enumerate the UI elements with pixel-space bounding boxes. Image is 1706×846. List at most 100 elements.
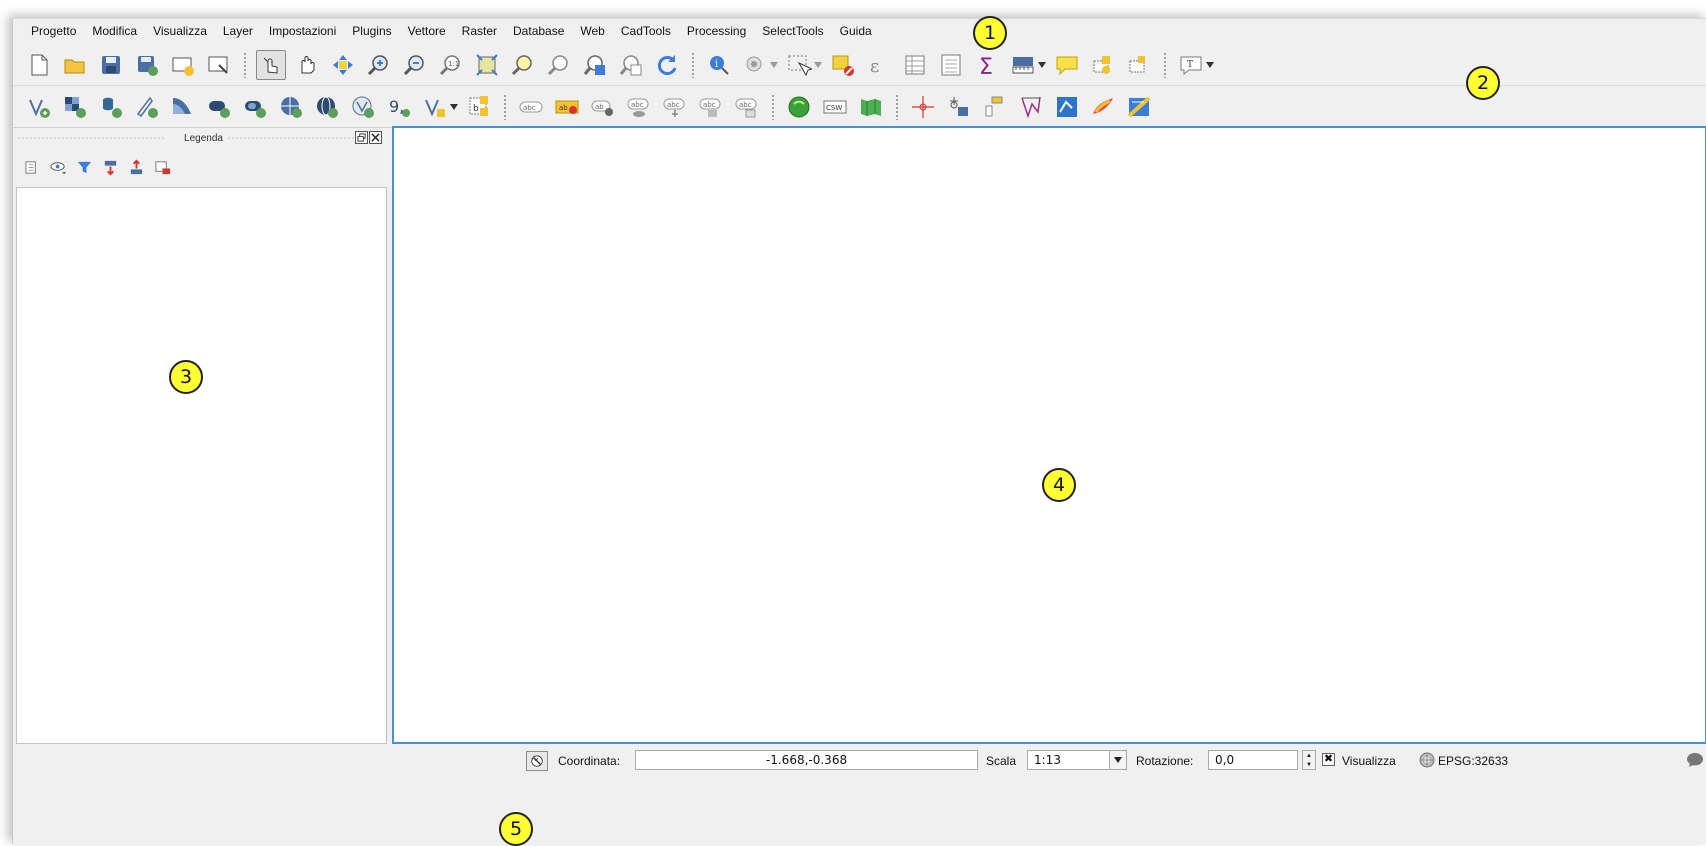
- render-checkbox[interactable]: ✖: [1322, 753, 1335, 766]
- menu-visualizza[interactable]: Visualizza: [145, 19, 215, 43]
- change-label-icon[interactable]: abc: [732, 92, 762, 122]
- open-project-icon[interactable]: [60, 50, 90, 80]
- csw-icon[interactable]: CSW: [820, 92, 850, 122]
- zoom-to-layer-icon[interactable]: [544, 50, 574, 80]
- add-oracle-layer-icon[interactable]: [204, 92, 234, 122]
- new-vector-layer-icon[interactable]: [420, 92, 450, 122]
- chevron-down-icon[interactable]: [1205, 50, 1215, 80]
- legend-title-bar[interactable]: Legenda: [13, 130, 394, 146]
- add-virtual-layer-icon[interactable]: b: [464, 92, 494, 122]
- toolbar-grip[interactable]: [691, 51, 695, 78]
- label-toolbar-icon[interactable]: abc: [516, 92, 546, 122]
- road-graph-icon[interactable]: [1052, 92, 1082, 122]
- menu-raster[interactable]: Raster: [454, 19, 505, 43]
- run-action-icon[interactable]: [740, 50, 770, 80]
- chevron-down-icon[interactable]: [1110, 750, 1127, 770]
- filter-legend-icon[interactable]: [73, 156, 95, 178]
- zoom-full-icon[interactable]: [472, 50, 502, 80]
- menu-web[interactable]: Web: [572, 19, 612, 43]
- new-print-composer-icon[interactable]: [168, 50, 198, 80]
- add-wms-layer-icon[interactable]: [276, 92, 306, 122]
- pan-to-selection-icon[interactable]: [328, 50, 358, 80]
- menu-selecttools[interactable]: SelectTools: [754, 19, 831, 43]
- interpolation-icon[interactable]: [1124, 92, 1154, 122]
- add-vector-layer-icon[interactable]: [24, 92, 54, 122]
- zoom-last-icon[interactable]: [580, 50, 610, 80]
- toolbar-grip[interactable]: [1163, 51, 1167, 78]
- add-spatialite-layer-icon[interactable]: [132, 92, 162, 122]
- menu-cadtools[interactable]: CadTools: [613, 19, 679, 43]
- geometry-checker-icon[interactable]: [980, 92, 1010, 122]
- map-tips-icon[interactable]: [1052, 50, 1082, 80]
- layer-labeling-icon[interactable]: ab: [552, 92, 582, 122]
- menu-progetto[interactable]: Progetto: [23, 19, 84, 43]
- collapse-all-icon[interactable]: [125, 156, 147, 178]
- crs-globe-icon[interactable]: [1419, 752, 1435, 768]
- field-calculator-icon[interactable]: [936, 50, 966, 80]
- save-project-icon[interactable]: [96, 50, 126, 80]
- rotate-label-icon[interactable]: abc: [696, 92, 726, 122]
- menu-processing[interactable]: Processing: [679, 19, 754, 43]
- add-postgis-layer-icon[interactable]: [96, 92, 126, 122]
- add-delimited-text-icon[interactable]: 9,: [384, 92, 414, 122]
- openlayers-icon[interactable]: [784, 92, 814, 122]
- scale-combo[interactable]: 1:13: [1027, 750, 1110, 770]
- coordinate-field[interactable]: -1.668,-0.368: [635, 750, 978, 770]
- move-label-icon[interactable]: abc: [660, 92, 690, 122]
- close-panel-button[interactable]: [369, 131, 382, 144]
- heatmap-icon[interactable]: [1088, 92, 1118, 122]
- crs-status[interactable]: EPSG:32633: [1438, 754, 1508, 768]
- refresh-icon[interactable]: [652, 50, 682, 80]
- touch-pan-icon[interactable]: [256, 49, 286, 80]
- new-bookmark-icon[interactable]: [1088, 50, 1118, 80]
- menu-database[interactable]: Database: [505, 19, 572, 43]
- add-wfs-layer-icon[interactable]: [348, 92, 378, 122]
- show-bookmarks-icon[interactable]: [1124, 50, 1154, 80]
- rotation-field[interactable]: 0,0: [1208, 750, 1298, 770]
- zoom-to-selection-icon[interactable]: [508, 50, 538, 80]
- attribute-table-icon[interactable]: [900, 50, 930, 80]
- add-raster-layer-icon[interactable]: [60, 92, 90, 122]
- map-canvas[interactable]: [392, 126, 1706, 744]
- georeferencer-icon[interactable]: [908, 92, 938, 122]
- remove-layer-icon[interactable]: [151, 156, 173, 178]
- add-group-icon[interactable]: [21, 156, 43, 178]
- composer-manager-icon[interactable]: [204, 50, 234, 80]
- save-as-icon[interactable]: [132, 50, 162, 80]
- toolbar-grip[interactable]: [243, 51, 247, 78]
- coordinate-capture-icon[interactable]: [944, 92, 974, 122]
- zoom-actual-size-icon[interactable]: 1:1: [436, 50, 466, 80]
- zoom-in-icon[interactable]: [364, 50, 394, 80]
- stepper-up-icon[interactable]: ▲: [1303, 751, 1315, 760]
- select-by-expression-icon[interactable]: ε: [864, 50, 894, 80]
- menu-modifica[interactable]: Modifica: [84, 19, 145, 43]
- message-log-icon[interactable]: [1686, 751, 1704, 769]
- chevron-down-icon[interactable]: [813, 50, 823, 80]
- menu-guida[interactable]: Guida: [832, 19, 880, 43]
- pin-labels-icon[interactable]: ab: [588, 92, 618, 122]
- deselect-icon[interactable]: [828, 50, 858, 80]
- menu-plugins[interactable]: Plugins: [344, 19, 399, 43]
- zoom-next-icon[interactable]: [616, 50, 646, 80]
- manage-visibility-icon[interactable]: [47, 156, 69, 178]
- new-project-icon[interactable]: [24, 50, 54, 80]
- add-wcs-layer-icon[interactable]: [312, 92, 342, 122]
- toolbar-grip[interactable]: [503, 93, 507, 120]
- zoom-out-icon[interactable]: [400, 50, 430, 80]
- float-panel-button[interactable]: [355, 131, 368, 144]
- metasearch-icon[interactable]: [856, 92, 886, 122]
- text-annotation-icon[interactable]: T: [1176, 50, 1206, 80]
- toggle-extents-button[interactable]: [526, 751, 548, 771]
- topology-checker-icon[interactable]: [1016, 92, 1046, 122]
- show-hide-labels-icon[interactable]: abc: [624, 92, 654, 122]
- toolbar-grip[interactable]: [771, 93, 775, 120]
- rotation-stepper[interactable]: ▲ ▼: [1302, 750, 1316, 770]
- statistics-icon[interactable]: Σ: [972, 50, 1002, 80]
- chevron-down-icon[interactable]: [1037, 50, 1047, 80]
- menu-vettore[interactable]: Vettore: [400, 19, 454, 43]
- toolbar-grip[interactable]: [895, 93, 899, 120]
- add-mssql-layer-icon[interactable]: [168, 92, 198, 122]
- chevron-down-icon[interactable]: [769, 50, 779, 80]
- pan-icon[interactable]: [292, 50, 322, 80]
- stepper-down-icon[interactable]: ▼: [1303, 760, 1315, 769]
